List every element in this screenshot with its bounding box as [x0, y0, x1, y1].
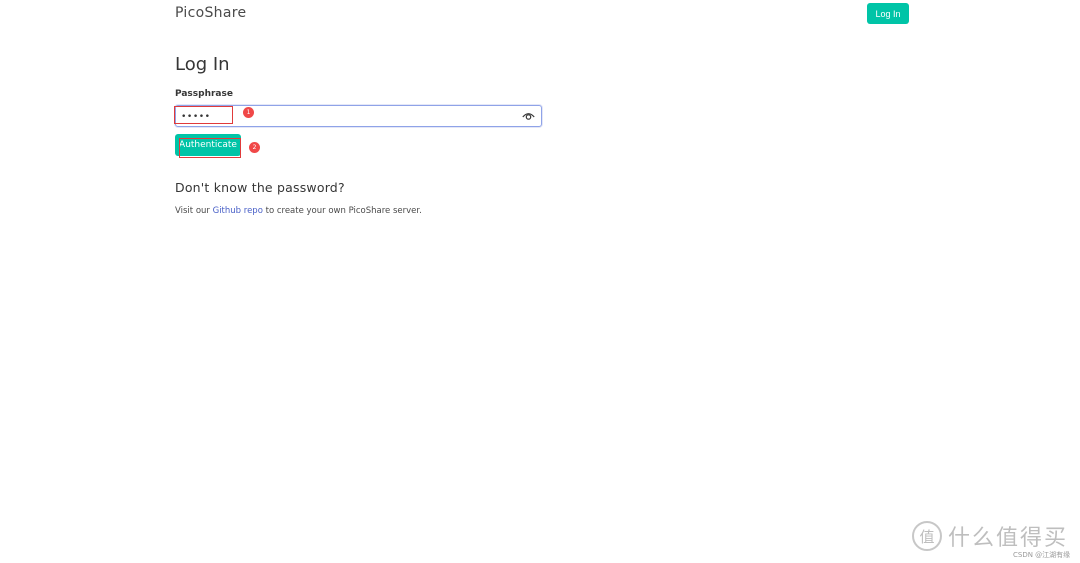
authenticate-button[interactable]: Authenticate	[175, 134, 241, 156]
watermark-text: 什么值得买	[948, 526, 1069, 551]
passphrase-input[interactable]	[181, 109, 511, 124]
github-repo-link[interactable]: Github repo	[213, 206, 263, 216]
help-title: Don't know the password?	[175, 180, 345, 195]
nav-login-button[interactable]: Log In	[867, 3, 909, 24]
annotation-badge-1: 1	[243, 107, 254, 118]
page-title: Log In	[175, 54, 230, 75]
passphrase-field	[175, 105, 542, 127]
eye-icon[interactable]	[521, 110, 535, 123]
annotation-badge-2: 2	[249, 142, 260, 153]
watermark-logo-icon: 值	[912, 521, 942, 551]
help-text-prefix: Visit our	[175, 206, 213, 216]
help-text: Visit our Github repo to create your own…	[175, 206, 422, 216]
csdn-credit: CSDN @江湖有缘	[1013, 551, 1071, 559]
watermark: 值 什么值得买	[912, 520, 1068, 552]
help-text-suffix: to create your own PicoShare server.	[262, 206, 422, 216]
passphrase-label: Passphrase	[175, 89, 233, 99]
brand-logo[interactable]: PicoShare	[175, 5, 246, 21]
login-page: PicoShare Log In Log In Passphrase Authe…	[0, 0, 1080, 563]
